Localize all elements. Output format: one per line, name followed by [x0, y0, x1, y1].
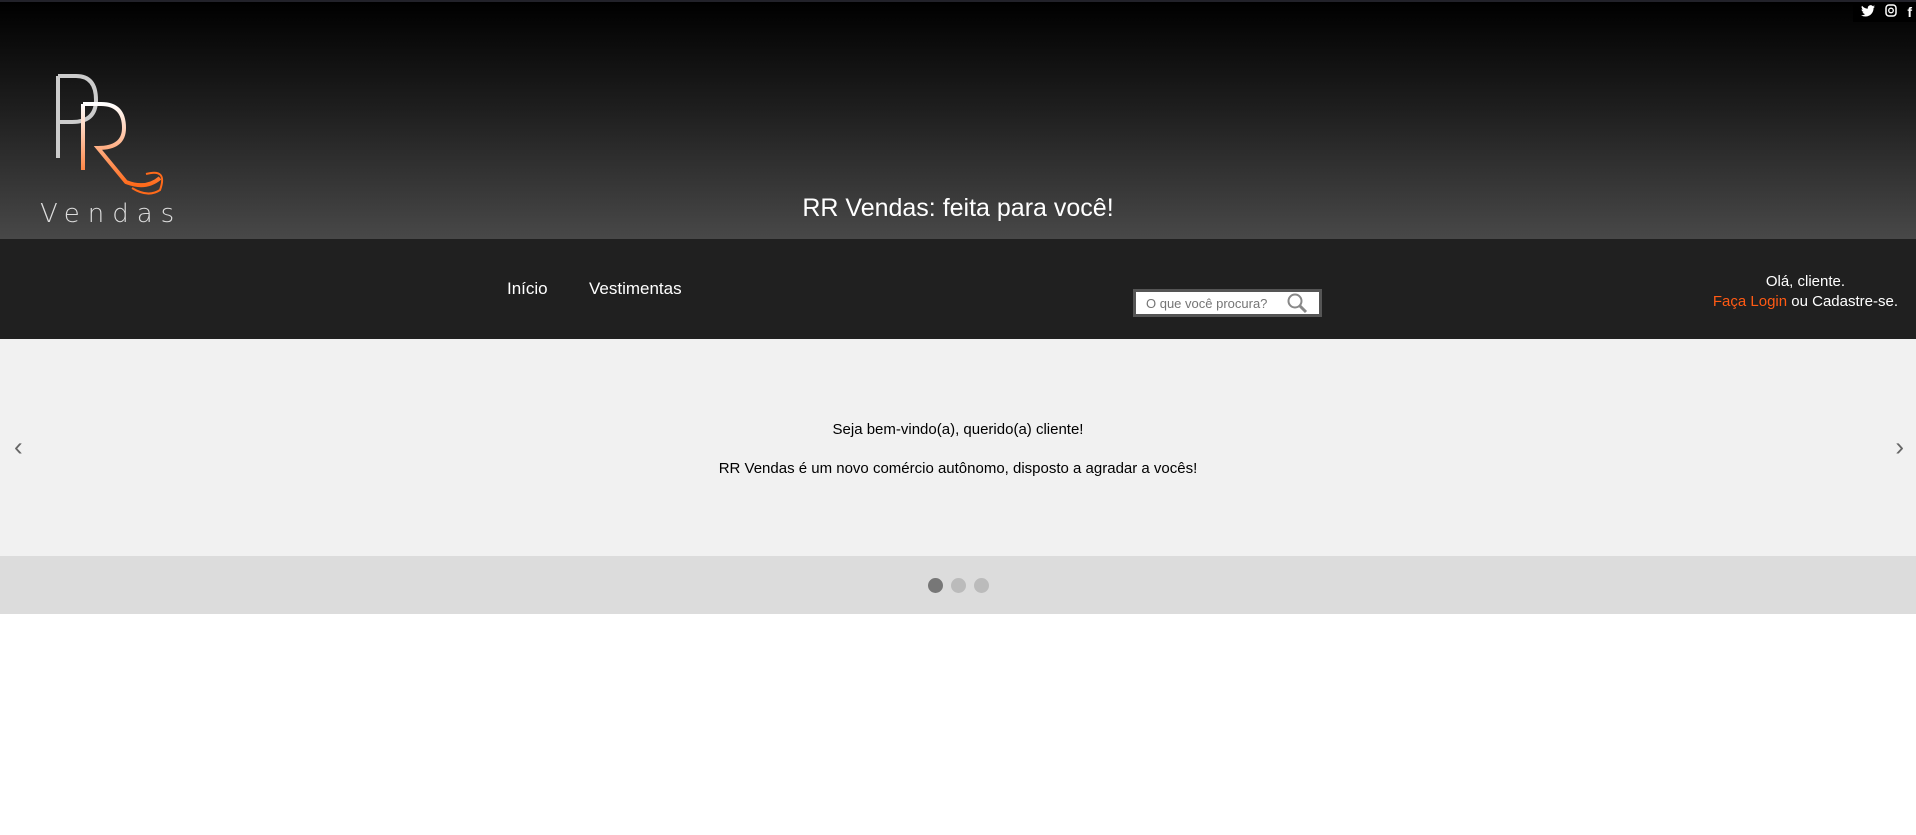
greeting-text: Olá, cliente.: [1765, 273, 1846, 290]
welcome-carousel: ‹ Seja bem-vindo(a), querido(a) cliente!…: [0, 339, 1916, 556]
carousel-dot-2[interactable]: [950, 577, 966, 593]
social-links: f: [1853, 2, 1916, 22]
user-greeting: Olá, cliente. Faça Login ou Cadastre-se.: [1713, 272, 1898, 312]
search-icon[interactable]: [1286, 292, 1314, 314]
site-tagline: RR Vendas: feita para você!: [802, 194, 1114, 222]
twitter-icon[interactable]: [1861, 4, 1876, 20]
welcome-heading: Seja bem-vindo(a), querido(a) cliente!: [832, 421, 1084, 438]
nav-item-vestimentas[interactable]: Vestimentas: [589, 279, 682, 299]
carousel-next-button[interactable]: ›: [1895, 432, 1904, 463]
main-navbar: Início Vestimentas Olá, cliente. Faça Lo…: [0, 239, 1916, 339]
carousel-dot-1[interactable]: [927, 577, 943, 593]
carousel-dot-3[interactable]: [973, 577, 989, 593]
instagram-icon[interactable]: [1885, 4, 1898, 20]
or-text: ou: [1787, 293, 1813, 310]
search-input[interactable]: [1136, 295, 1286, 311]
site-header: f Vendas RR Vendas: feita para você!: [0, 0, 1916, 239]
facebook-icon[interactable]: f: [1907, 4, 1912, 20]
search-box: [1133, 289, 1322, 317]
nav-item-inicio[interactable]: Início: [507, 279, 548, 299]
carousel-indicators: [0, 556, 1916, 614]
register-link[interactable]: Cadastre-se.: [1812, 293, 1898, 310]
login-link[interactable]: Faça Login: [1713, 293, 1787, 310]
welcome-description: RR Vendas é um novo comércio autônomo, d…: [718, 460, 1198, 477]
